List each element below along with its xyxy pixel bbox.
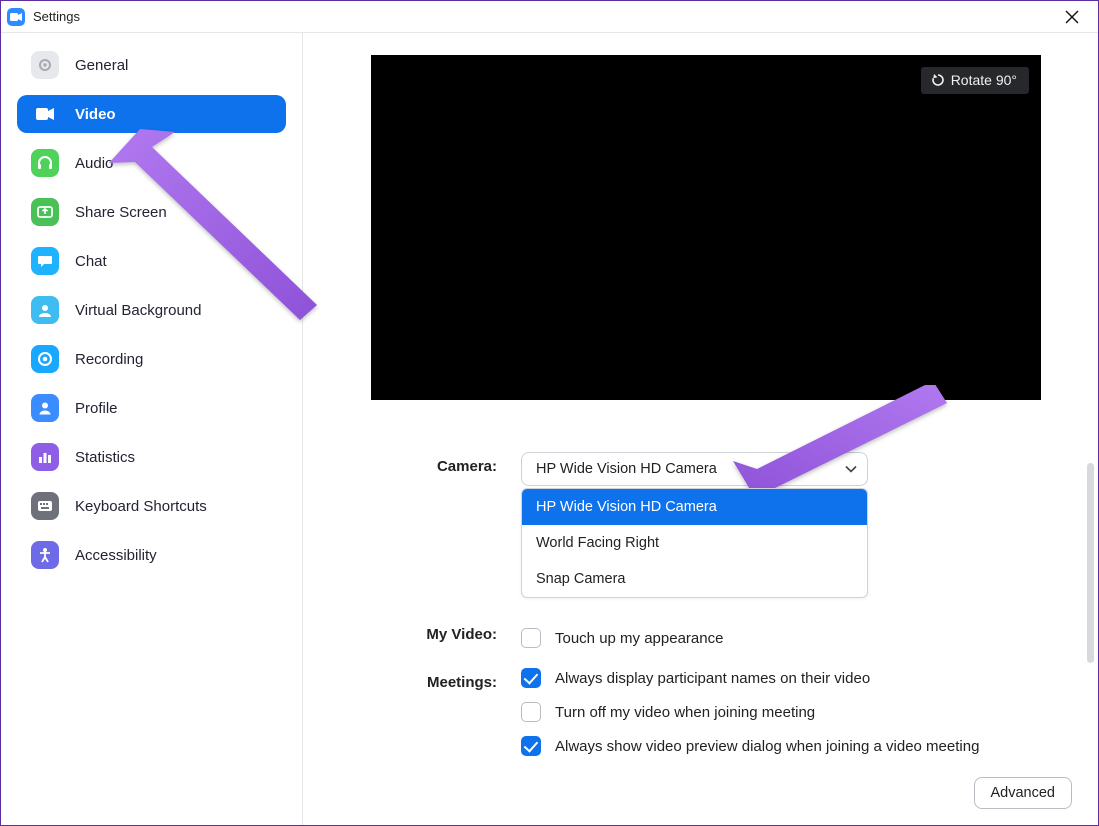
- gear-icon: [31, 51, 59, 79]
- sidebar-item-label: Profile: [75, 400, 118, 417]
- sidebar-item-recording[interactable]: Recording: [17, 340, 286, 378]
- window-title: Settings: [33, 9, 80, 24]
- camera-label: Camera:: [351, 452, 521, 486]
- record-icon: [31, 345, 59, 373]
- sidebar-item-share-screen[interactable]: Share Screen: [17, 193, 286, 231]
- camera-dropdown: HP Wide Vision HD Camera World Facing Ri…: [521, 488, 868, 598]
- sidebar-item-general[interactable]: General: [17, 46, 286, 84]
- camera-option[interactable]: Snap Camera: [522, 561, 867, 597]
- sidebar-item-label: Recording: [75, 351, 143, 368]
- sidebar-item-label: Accessibility: [75, 547, 157, 564]
- sidebar-item-profile[interactable]: Profile: [17, 389, 286, 427]
- close-button[interactable]: [1052, 1, 1092, 33]
- profile-icon: [31, 394, 59, 422]
- sidebar-item-label: Audio: [75, 155, 113, 172]
- sidebar-item-label: Virtual Background: [75, 302, 201, 319]
- camera-select-value: HP Wide Vision HD Camera: [536, 461, 717, 477]
- meetings-opt-label: Always show video preview dialog when jo…: [555, 738, 979, 755]
- sidebar-item-label: General: [75, 57, 128, 74]
- sidebar-item-audio[interactable]: Audio: [17, 144, 286, 182]
- meetings-opt-label: Turn off my video when joining meeting: [555, 704, 815, 721]
- sidebar-item-keyboard-shortcuts[interactable]: Keyboard Shortcuts: [17, 487, 286, 525]
- rotate-label: Rotate 90°: [951, 72, 1017, 88]
- sidebar-item-label: Share Screen: [75, 204, 167, 221]
- meetings-checkbox[interactable]: [521, 702, 541, 722]
- touchup-checkbox[interactable]: [521, 628, 541, 648]
- camera-select[interactable]: HP Wide Vision HD Camera: [521, 452, 868, 486]
- chevron-down-icon: [845, 462, 857, 476]
- keyboard-icon: [31, 492, 59, 520]
- rotate-icon: [931, 73, 945, 87]
- video-preview: Rotate 90°: [371, 55, 1041, 400]
- meetings-label: Meetings:: [351, 668, 521, 770]
- advanced-button[interactable]: Advanced: [974, 777, 1073, 809]
- sidebar-item-label: Video: [75, 106, 116, 123]
- meetings-checkbox[interactable]: [521, 668, 541, 688]
- sidebar-item-label: Chat: [75, 253, 107, 270]
- video-icon: [31, 100, 59, 128]
- rotate-button[interactable]: Rotate 90°: [921, 67, 1029, 94]
- person-icon: [31, 296, 59, 324]
- sidebar-item-label: Statistics: [75, 449, 135, 466]
- sidebar: General Video Audio Share Screen Chat: [1, 33, 303, 825]
- chat-icon: [31, 247, 59, 275]
- myvideo-label: My Video:: [351, 508, 521, 662]
- accessibility-icon: [31, 541, 59, 569]
- sidebar-item-accessibility[interactable]: Accessibility: [17, 536, 286, 574]
- annotation-arrow-icon: [733, 385, 953, 505]
- camera-option[interactable]: HP Wide Vision HD Camera: [522, 489, 867, 525]
- touchup-label: Touch up my appearance: [555, 630, 723, 647]
- main-panel: Rotate 90° Camera: HP Wide Vision HD Cam…: [303, 33, 1098, 825]
- sidebar-item-chat[interactable]: Chat: [17, 242, 286, 280]
- sidebar-item-label: Keyboard Shortcuts: [75, 498, 207, 515]
- scrollbar[interactable]: [1087, 463, 1094, 663]
- sidebar-item-video[interactable]: Video: [17, 95, 286, 133]
- meetings-checkbox[interactable]: [521, 736, 541, 756]
- sidebar-item-statistics[interactable]: Statistics: [17, 438, 286, 476]
- sidebar-item-virtual-background[interactable]: Virtual Background: [17, 291, 286, 329]
- titlebar: Settings: [1, 1, 1098, 33]
- meetings-opt-label: Always display participant names on thei…: [555, 670, 870, 687]
- stats-icon: [31, 443, 59, 471]
- camera-option[interactable]: World Facing Right: [522, 525, 867, 561]
- headphones-icon: [31, 149, 59, 177]
- app-icon: [7, 8, 25, 26]
- share-icon: [31, 198, 59, 226]
